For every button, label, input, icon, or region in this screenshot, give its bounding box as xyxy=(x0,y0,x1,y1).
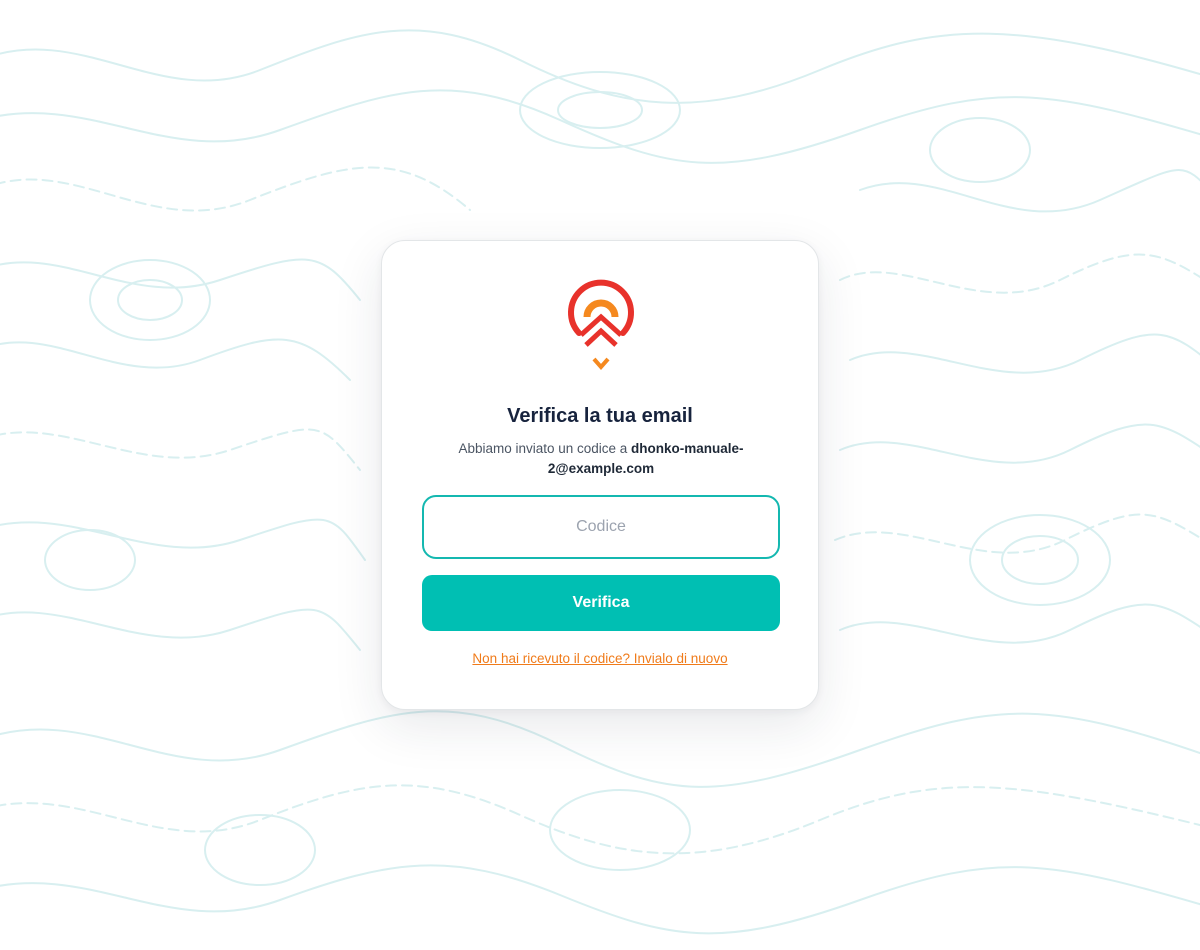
code-input[interactable] xyxy=(422,495,780,559)
message-prefix: Abbiamo inviato un codice a xyxy=(458,441,632,456)
resend-code-link[interactable]: Non hai ricevuto il codice? Invialo di n… xyxy=(382,651,818,666)
verify-button[interactable]: Verifica xyxy=(422,575,780,631)
verification-message: Abbiamo inviato un codice a dhonko-manua… xyxy=(452,439,750,479)
map-pin-logo-icon xyxy=(568,279,634,371)
page-title: Verifica la tua email xyxy=(507,405,693,427)
verify-email-card: Verifica la tua email Abbiamo inviato un… xyxy=(381,240,819,710)
